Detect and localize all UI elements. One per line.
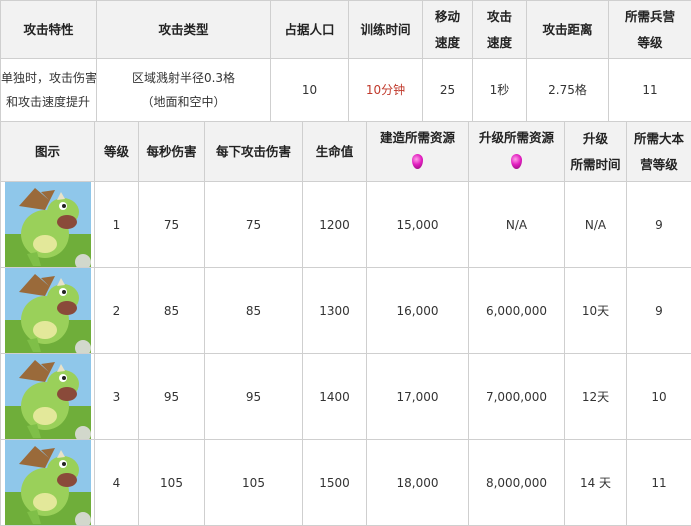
upgrade-cost-header: 升级所需资源 <box>469 122 565 182</box>
table-row: 17575120015,000N/AN/A9 <box>1 182 691 268</box>
upgrade-time-header-line2: 所需时间 <box>565 152 626 178</box>
move-speed-value: 25 <box>423 59 473 122</box>
info-header-row: 攻击特性 攻击类型 占据人口 训练时间 移动 速度 攻击 速度 攻击距离 所需兵… <box>1 1 691 59</box>
required-town-hall-header-line1: 所需大本 <box>627 126 691 152</box>
dps-header: 每秒伤害 <box>139 122 205 182</box>
required-town-hall-header-line2: 营等级 <box>627 152 691 178</box>
image-header: 图示 <box>1 122 95 182</box>
required-town-hall-value: 9 <box>627 268 691 354</box>
info-value-row: 单独时，攻击伤害 和攻击速度提升 区域溅射半径0.3格 （地面和空中） 10 1… <box>1 59 691 122</box>
baby-dragon-image <box>5 354 91 439</box>
attack-speed-header: 攻击 速度 <box>473 1 527 59</box>
hitpoints-value: 1400 <box>303 354 367 440</box>
level-header-row: 图示 等级 每秒伤害 每下攻击伤害 生命值 建造所需资源 升级所需资源 升级 所… <box>1 122 691 182</box>
dps-value: 105 <box>139 440 205 526</box>
attack-speed-header-line2: 速度 <box>473 30 526 56</box>
upgrade-time-value: 10天 <box>565 268 627 354</box>
upgrade-cost-value: 6,000,000 <box>469 268 565 354</box>
move-speed-header: 移动 速度 <box>423 1 473 59</box>
hitpoints-header: 生命值 <box>303 122 367 182</box>
build-cost-header-label: 建造所需资源 <box>367 125 468 151</box>
build-cost-header: 建造所需资源 <box>367 122 469 182</box>
required-barracks-header-line1: 所需兵营 <box>609 4 691 30</box>
attack-speed-header-line1: 攻击 <box>473 4 526 30</box>
upgrade-time-value: N/A <box>565 182 627 268</box>
baby-dragon-image <box>5 182 91 267</box>
level-header: 等级 <box>95 122 139 182</box>
required-town-hall-header: 所需大本 营等级 <box>627 122 691 182</box>
required-barracks-value: 11 <box>609 59 691 122</box>
training-time-value: 10分钟 <box>349 59 423 122</box>
attack-trait-line1: 单独时，攻击伤害 <box>1 66 90 90</box>
attack-type-value: 区域溅射半径0.3格 （地面和空中） <box>97 59 271 122</box>
table-row: 28585130016,0006,000,00010天9 <box>1 268 691 354</box>
housing-value: 10 <box>271 59 349 122</box>
elixir-drop-icon <box>511 154 522 169</box>
housing-header: 占据人口 <box>271 1 349 59</box>
required-town-hall-value: 11 <box>627 440 691 526</box>
level-rows: 17575120015,000N/AN/A9 28585130016,0006,… <box>1 182 691 526</box>
upgrade-time-header: 升级 所需时间 <box>565 122 627 182</box>
damage-per-hit-header: 每下攻击伤害 <box>205 122 303 182</box>
build-cost-value: 16,000 <box>367 268 469 354</box>
attack-type-header: 攻击类型 <box>97 1 271 59</box>
move-speed-header-line1: 移动 <box>423 4 472 30</box>
training-time-header: 训练时间 <box>349 1 423 59</box>
required-town-hall-value: 10 <box>627 354 691 440</box>
attack-type-line2: （地面和空中） <box>97 90 270 114</box>
unit-info-table: 攻击特性 攻击类型 占据人口 训练时间 移动 速度 攻击 速度 攻击距离 所需兵… <box>0 0 691 122</box>
attack-type-line1: 区域溅射半径0.3格 <box>97 66 270 90</box>
level-value: 3 <box>95 354 139 440</box>
dps-value: 75 <box>139 182 205 268</box>
build-cost-value: 18,000 <box>367 440 469 526</box>
unit-image-cell <box>1 268 95 354</box>
dps-value: 85 <box>139 268 205 354</box>
upgrade-cost-value: 8,000,000 <box>469 440 565 526</box>
attack-trait-header: 攻击特性 <box>1 1 97 59</box>
upgrade-time-value: 12天 <box>565 354 627 440</box>
upgrade-cost-header-label: 升级所需资源 <box>469 125 564 151</box>
hitpoints-value: 1500 <box>303 440 367 526</box>
upgrade-time-value: 14 天 <box>565 440 627 526</box>
unit-image-cell <box>1 440 95 526</box>
table-row: 39595140017,0007,000,00012天10 <box>1 354 691 440</box>
level-value: 2 <box>95 268 139 354</box>
required-barracks-header-line2: 等级 <box>609 30 691 56</box>
attack-range-header: 攻击距离 <box>527 1 609 59</box>
hitpoints-value: 1300 <box>303 268 367 354</box>
upgrade-cost-value: N/A <box>469 182 565 268</box>
damage-per-hit-value: 75 <box>205 182 303 268</box>
elixir-drop-icon <box>412 154 423 169</box>
required-barracks-header: 所需兵营 等级 <box>609 1 691 59</box>
level-stats-table: 图示 等级 每秒伤害 每下攻击伤害 生命值 建造所需资源 升级所需资源 升级 所… <box>0 121 691 526</box>
build-cost-value: 17,000 <box>367 354 469 440</box>
attack-trait-line2: 和攻击速度提升 <box>1 90 90 114</box>
level-value: 4 <box>95 440 139 526</box>
upgrade-time-header-line1: 升级 <box>565 126 626 152</box>
damage-per-hit-value: 105 <box>205 440 303 526</box>
upgrade-cost-value: 7,000,000 <box>469 354 565 440</box>
unit-image-cell <box>1 182 95 268</box>
attack-range-value: 2.75格 <box>527 59 609 122</box>
move-speed-header-line2: 速度 <box>423 30 472 56</box>
table-row: 4105105150018,0008,000,00014 天11 <box>1 440 691 526</box>
baby-dragon-image <box>5 440 91 525</box>
attack-speed-value: 1秒 <box>473 59 527 122</box>
hitpoints-value: 1200 <box>303 182 367 268</box>
unit-image-cell <box>1 354 95 440</box>
build-cost-value: 15,000 <box>367 182 469 268</box>
damage-per-hit-value: 95 <box>205 354 303 440</box>
level-value: 1 <box>95 182 139 268</box>
damage-per-hit-value: 85 <box>205 268 303 354</box>
dps-value: 95 <box>139 354 205 440</box>
baby-dragon-image <box>5 268 91 353</box>
attack-trait-value: 单独时，攻击伤害 和攻击速度提升 <box>1 59 97 122</box>
required-town-hall-value: 9 <box>627 182 691 268</box>
